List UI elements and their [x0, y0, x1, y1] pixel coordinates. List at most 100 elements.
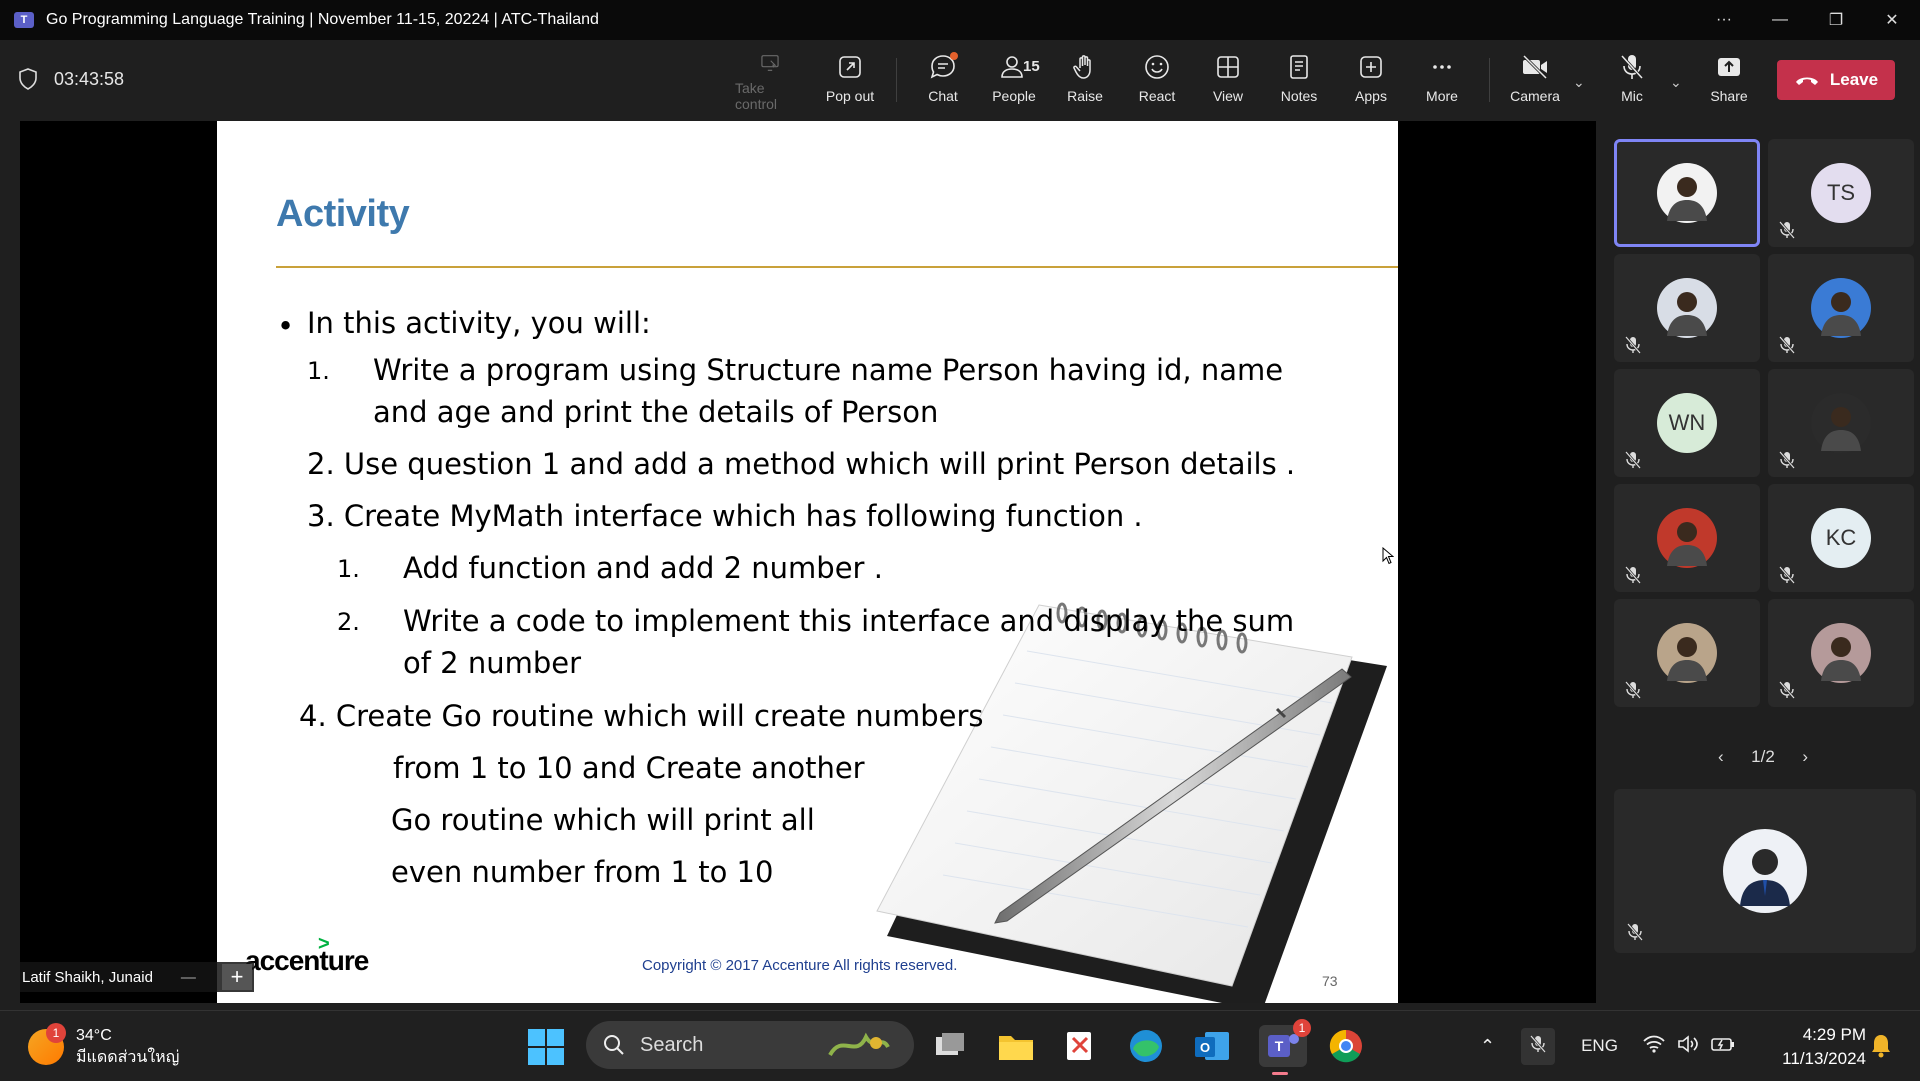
view-button[interactable]: View [1193, 52, 1263, 112]
raise-hand-icon [1073, 55, 1091, 79]
slide-copyright: Copyright © 2017 Accenture All rights re… [642, 957, 958, 974]
item-number: 1. [307, 357, 330, 385]
meeting-toolbar: 03:43:58 Take control Pop out Chat 15 Pe… [0, 40, 1920, 120]
participant-pager: ‹ 1/2 › [1718, 747, 1808, 767]
zoom-in-button[interactable]: + [222, 964, 252, 990]
person-silhouette-icon [1821, 407, 1861, 451]
participant-tile[interactable] [1614, 254, 1760, 362]
clock-date: 11/13/2024 [1782, 1049, 1866, 1068]
muted-mic-icon [1625, 451, 1641, 469]
camera-button[interactable]: Camera [1500, 52, 1570, 112]
teams-app-icon[interactable]: T 1 [1259, 1019, 1311, 1075]
item-line: Go routine which will print all [391, 803, 815, 837]
participant-tile[interactable]: KC [1768, 484, 1914, 592]
participant-tile[interactable]: WN [1614, 369, 1760, 477]
next-page-chevron-icon[interactable]: › [1802, 747, 1808, 767]
apps-button[interactable]: Apps [1336, 52, 1406, 112]
mic-options-chevron-icon[interactable]: ⌄ [1670, 74, 1682, 91]
more-options-icon[interactable]: ··· [1696, 0, 1752, 40]
presenter-name-tag: Latif Shaikh, Junaid — + [20, 962, 254, 992]
participant-tile[interactable] [1614, 484, 1760, 592]
mic-button[interactable]: Mic [1597, 52, 1667, 112]
clock-time: 4:29 PM [1802, 1025, 1866, 1044]
muted-mic-icon [1779, 336, 1795, 354]
pop-out-label: Pop out [825, 88, 875, 104]
person-silhouette-icon [1667, 177, 1707, 221]
more-label: More [1426, 88, 1458, 104]
snipping-tool-icon[interactable] [1060, 1025, 1102, 1067]
system-clock[interactable]: 4:29 PM 11/13/2024 [1756, 1023, 1866, 1071]
edge-browser-icon[interactable] [1125, 1025, 1167, 1067]
bullet-icon: • [277, 309, 295, 343]
avatar: KC [1811, 508, 1871, 568]
participant-tile[interactable] [1614, 139, 1760, 247]
wifi-icon[interactable] [1642, 1034, 1666, 1059]
leave-button[interactable]: Leave [1777, 60, 1895, 100]
people-count: 15 [1023, 58, 1040, 75]
page-indicator: 1/2 [1751, 747, 1775, 766]
avatar [1811, 623, 1871, 683]
item-line: 4. Create Go routine which will create n… [299, 699, 984, 733]
prev-page-chevron-icon[interactable]: ‹ [1718, 747, 1724, 767]
close-button[interactable]: ✕ [1864, 0, 1920, 40]
toolbar-divider [1489, 58, 1490, 102]
react-button[interactable]: React [1122, 52, 1192, 112]
participant-tile[interactable] [1614, 599, 1760, 707]
item-line: 3. Create MyMath interface which has fol… [307, 499, 1143, 533]
notes-button[interactable]: Notes [1264, 52, 1334, 112]
smiley-icon [1145, 55, 1169, 79]
more-button[interactable]: More [1407, 52, 1477, 112]
minimize-button[interactable]: — [1752, 0, 1808, 40]
chrome-browser-icon[interactable] [1325, 1025, 1367, 1067]
weather-widget[interactable]: 1 34°C มีแดดส่วนใหญ่ [28, 1023, 180, 1069]
shield-icon [19, 68, 37, 90]
participant-tile[interactable] [1768, 254, 1914, 362]
person-silhouette-icon [1821, 292, 1861, 336]
raise-hand-button[interactable]: Raise [1050, 52, 1120, 112]
search-highlight-icon [828, 1032, 890, 1057]
timer-text: 03:43:58 [54, 68, 125, 89]
person-silhouette-icon [1821, 637, 1861, 681]
self-video-tile[interactable] [1614, 789, 1916, 953]
person-silhouette-icon [1667, 637, 1707, 681]
view-label: View [1212, 88, 1244, 104]
more-icon [1433, 65, 1451, 69]
taskbar-search[interactable]: Search [586, 1021, 914, 1069]
task-view-icon[interactable] [929, 1025, 971, 1067]
notification-bell-icon[interactable] [1870, 1033, 1892, 1064]
chat-button[interactable]: Chat [908, 52, 978, 112]
participant-tile[interactable] [1768, 369, 1914, 477]
pop-out-button[interactable]: Pop out [815, 52, 885, 112]
accenture-logo-text: accenture [245, 945, 369, 976]
leave-label: Leave [1829, 70, 1879, 89]
share-label: Share [1710, 88, 1748, 104]
windows-start-icon[interactable] [528, 1029, 564, 1065]
presenter-name: Latif Shaikh, Junaid [22, 968, 153, 986]
share-button[interactable]: Share [1694, 52, 1764, 112]
item-line: of 2 number [403, 646, 582, 680]
battery-icon[interactable] [1710, 1034, 1736, 1059]
volume-icon[interactable] [1676, 1034, 1700, 1059]
muted-mic-icon [1625, 681, 1641, 699]
people-button[interactable]: 15 People [979, 52, 1049, 112]
camera-options-chevron-icon[interactable]: ⌄ [1573, 74, 1585, 91]
item-line: Write a program using Structure name Per… [373, 353, 1284, 387]
window-controls: ··· — ❐ ✕ [1696, 0, 1920, 40]
weather-sun-icon: 1 [28, 1023, 66, 1065]
accenture-chevron-icon: > [318, 933, 330, 955]
system-tray: ⌃ ENG [1480, 1011, 1736, 1081]
zoom-out-button[interactable]: — [181, 969, 196, 986]
active-app-indicator [1272, 1072, 1288, 1075]
show-hidden-icons-chevron-icon[interactable]: ⌃ [1480, 1036, 1495, 1057]
weather-temperature: 34°C [76, 1027, 112, 1044]
weather-description: มีแดดส่วนใหญ่ [76, 1049, 180, 1066]
participant-tile[interactable] [1768, 599, 1914, 707]
outlook-icon[interactable]: O [1191, 1025, 1233, 1067]
restore-button[interactable]: ❐ [1808, 0, 1864, 40]
muted-mic-tray-icon[interactable] [1521, 1027, 1556, 1065]
file-explorer-icon[interactable] [995, 1025, 1037, 1067]
take-control-button[interactable]: Take control [735, 52, 805, 112]
participant-tile[interactable]: TS [1768, 139, 1914, 247]
input-language[interactable]: ENG [1581, 1036, 1618, 1056]
share-icon [1718, 58, 1740, 76]
